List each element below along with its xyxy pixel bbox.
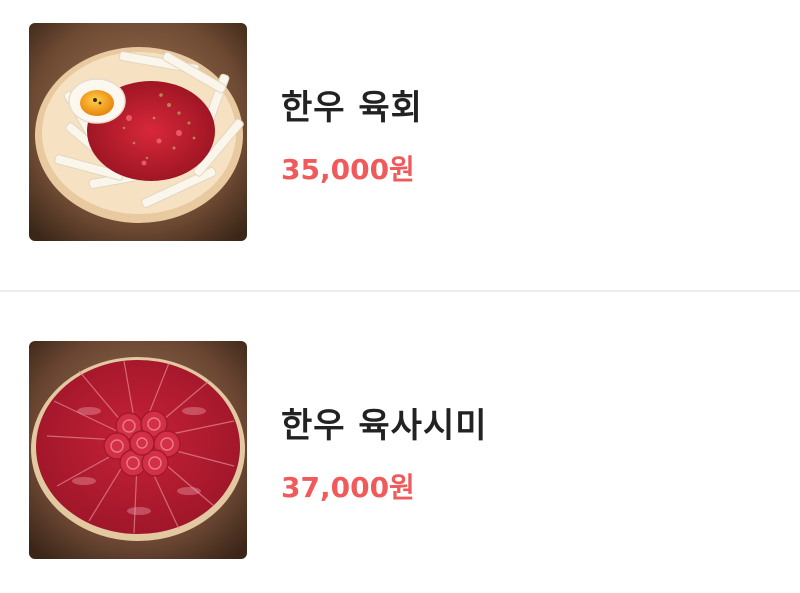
menu-name: 한우 육사시미: [281, 406, 488, 446]
menu-item-yukhoe[interactable]: 한우 육회 35,000원: [0, 0, 800, 290]
menu-name: 한우 육회: [281, 88, 423, 128]
menu-list: 한우 육회 35,000원 한우 육사시미 37,000원: [0, 0, 800, 593]
yukhoe-photo: [29, 23, 247, 241]
menu-price: 37,000원: [281, 471, 415, 504]
menu-item-yuksashimi[interactable]: 한우 육사시미 37,000원: [0, 292, 800, 582]
yuksashimi-photo: [29, 341, 247, 559]
menu-price: 35,000원: [281, 153, 415, 186]
